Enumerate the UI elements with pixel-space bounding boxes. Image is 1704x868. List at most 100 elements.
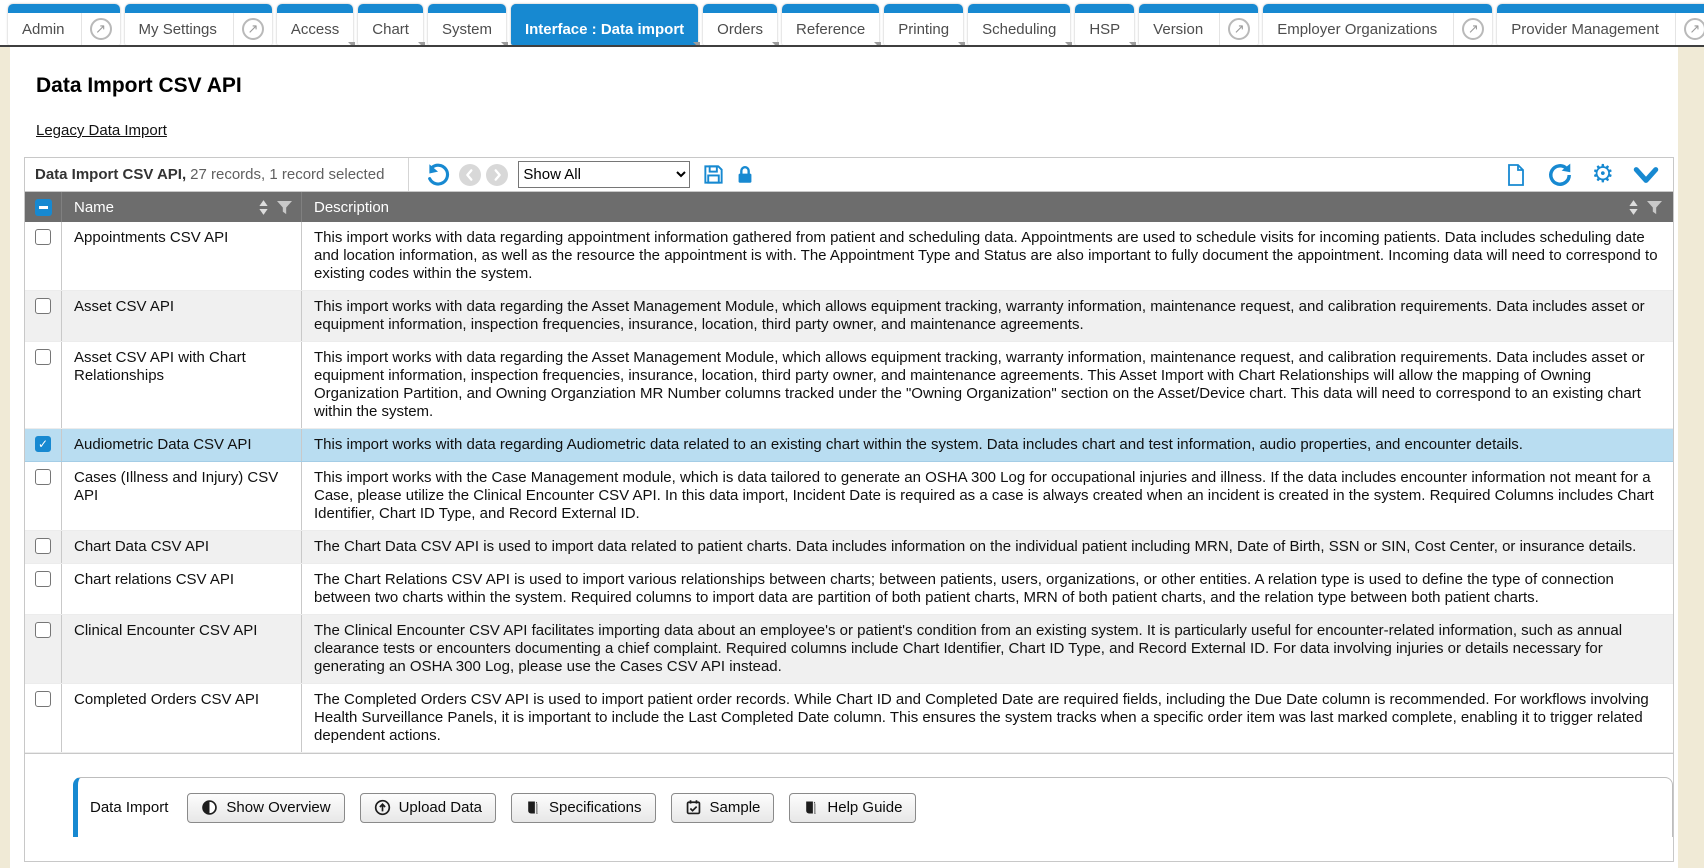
- row-checkbox[interactable]: [35, 229, 51, 245]
- select-all-cell: [25, 192, 62, 222]
- row-description: This import works with data regarding th…: [302, 342, 1673, 428]
- row-checkbox[interactable]: [35, 298, 51, 314]
- table-row[interactable]: Chart Data CSV API The Chart Data CSV AP…: [25, 531, 1673, 564]
- table-row[interactable]: Asset CSV API with Chart Relationships T…: [25, 342, 1673, 429]
- button-label: Help Guide: [827, 799, 902, 816]
- tab-system[interactable]: System: [428, 4, 506, 45]
- undo-icon[interactable]: [425, 162, 450, 187]
- row-checkbox[interactable]: ✓: [35, 436, 51, 452]
- lock-icon[interactable]: [734, 164, 756, 186]
- table-row[interactable]: Asset CSV API This import works with dat…: [25, 291, 1673, 342]
- tab-top-stripe: [782, 4, 879, 13]
- record-summary-counts: 27 records, 1 record selected: [190, 166, 384, 183]
- row-checkbox[interactable]: [35, 622, 51, 638]
- description-column-header[interactable]: Description: [302, 192, 1673, 222]
- tab-admin[interactable]: Admin ↗: [8, 4, 120, 45]
- sort-icon[interactable]: [258, 199, 269, 216]
- filter-icon[interactable]: [276, 200, 293, 215]
- row-name: Asset CSV API: [62, 291, 302, 341]
- chevron-down-icon[interactable]: [1633, 164, 1659, 186]
- show-overview-button[interactable]: Show Overview: [187, 793, 344, 823]
- row-checkbox-cell: [25, 615, 62, 683]
- tab-top-stripe: [884, 4, 963, 13]
- row-checkbox[interactable]: [35, 538, 51, 554]
- button-label: Specifications: [549, 799, 642, 816]
- table-row[interactable]: ✓ Audiometric Data CSV API This import w…: [25, 429, 1673, 462]
- row-description: The Completed Orders CSV API is used to …: [302, 684, 1673, 752]
- page-edge-left: [0, 47, 10, 868]
- row-description: This import works with data regarding th…: [302, 291, 1673, 341]
- tab-top-stripe: [703, 4, 777, 13]
- prev-page-icon[interactable]: [459, 164, 481, 186]
- row-name: Appointments CSV API: [62, 222, 302, 290]
- tab-employer-organizations[interactable]: Employer Organizations ↗: [1263, 4, 1492, 45]
- row-checkbox-cell: ✓: [25, 429, 62, 461]
- row-description: This import works with data regarding ap…: [302, 222, 1673, 290]
- help-guide-button[interactable]: Help Guide: [789, 793, 916, 823]
- tab-scheduling[interactable]: Scheduling: [968, 4, 1070, 45]
- new-document-icon[interactable]: [1504, 163, 1528, 187]
- description-column-label: Description: [314, 199, 389, 216]
- save-icon[interactable]: [702, 163, 725, 186]
- toolbar-right-icons: ⚙: [1504, 162, 1673, 188]
- tab-reference[interactable]: Reference: [782, 4, 879, 45]
- table-header-row: Name Description: [25, 192, 1673, 222]
- row-name: Cases (Illness and Injury) CSV API: [62, 462, 302, 530]
- filter-select[interactable]: Show All: [518, 161, 690, 188]
- tab-access[interactable]: Access: [277, 4, 353, 45]
- name-column-header[interactable]: Name: [62, 192, 302, 222]
- table-row[interactable]: Appointments CSV API This import works w…: [25, 222, 1673, 291]
- tab-data-import[interactable]: Data Import: [90, 799, 172, 816]
- tab-top-stripe: [1139, 4, 1258, 13]
- row-checkbox[interactable]: [35, 469, 51, 485]
- sort-icon[interactable]: [1628, 199, 1639, 216]
- tab-top-stripe: [277, 4, 353, 13]
- tab-provider-management[interactable]: Provider Management ↗: [1497, 4, 1704, 45]
- table-row[interactable]: Chart relations CSV API The Chart Relati…: [25, 564, 1673, 615]
- tab-my-settings[interactable]: My Settings ↗: [125, 4, 272, 45]
- name-column-label: Name: [74, 199, 114, 216]
- tab-top-stripe: [511, 4, 698, 13]
- footer-area: Data Import Show Overview Upload Data Spec…: [25, 754, 1673, 837]
- refresh-icon[interactable]: [1547, 162, 1573, 188]
- row-name: Asset CSV API with Chart Relationships: [62, 342, 302, 428]
- records-table: Name Description Appointments CSV API Th…: [25, 192, 1673, 754]
- tab-interface-data-import[interactable]: Interface : Data import: [511, 4, 698, 45]
- filter-icon[interactable]: [1646, 200, 1663, 215]
- button-label: Sample: [710, 799, 761, 816]
- row-name: Completed Orders CSV API: [62, 684, 302, 752]
- next-page-icon[interactable]: [486, 164, 508, 186]
- tab-printing[interactable]: Printing: [884, 4, 963, 45]
- data-import-panel: Data Import CSV API, 27 records, 1 recor…: [24, 157, 1674, 862]
- table-row[interactable]: Clinical Encounter CSV API The Clinical …: [25, 615, 1673, 684]
- gear-icon[interactable]: ⚙: [1592, 162, 1614, 187]
- book-icon: [803, 799, 819, 816]
- sample-button[interactable]: Sample: [671, 793, 775, 823]
- row-checkbox[interactable]: [35, 571, 51, 587]
- table-row[interactable]: Completed Orders CSV API The Completed O…: [25, 684, 1673, 753]
- button-label: Show Overview: [226, 799, 330, 816]
- select-all-checkbox[interactable]: [35, 199, 52, 216]
- upload-data-button[interactable]: Upload Data: [360, 793, 496, 823]
- tab-orders[interactable]: Orders: [703, 4, 777, 45]
- record-detail-panel: Data Import Show Overview Upload Data Spec…: [73, 777, 1673, 837]
- tab-top-stripe: [8, 4, 120, 13]
- page-title: Data Import CSV API: [36, 74, 1704, 98]
- tab-version[interactable]: Version ↗: [1139, 4, 1258, 45]
- row-checkbox[interactable]: [35, 349, 51, 365]
- tab-top-stripe: [1497, 4, 1704, 13]
- table-row[interactable]: Cases (Illness and Injury) CSV API This …: [25, 462, 1673, 531]
- button-label: Upload Data: [399, 799, 482, 816]
- page-edge-right: [1678, 47, 1704, 868]
- row-checkbox-cell: [25, 684, 62, 752]
- row-name: Clinical Encounter CSV API: [62, 615, 302, 683]
- specifications-button[interactable]: Specifications: [511, 793, 656, 823]
- tab-hsp[interactable]: HSP: [1075, 4, 1134, 45]
- tab-chart[interactable]: Chart: [358, 4, 423, 45]
- row-checkbox-cell: [25, 564, 62, 614]
- row-checkbox[interactable]: [35, 691, 51, 707]
- tab-top-stripe: [428, 4, 506, 13]
- tab-top-stripe: [968, 4, 1070, 13]
- legacy-data-import-link[interactable]: Legacy Data Import: [36, 122, 167, 139]
- table-body: Appointments CSV API This import works w…: [25, 222, 1673, 753]
